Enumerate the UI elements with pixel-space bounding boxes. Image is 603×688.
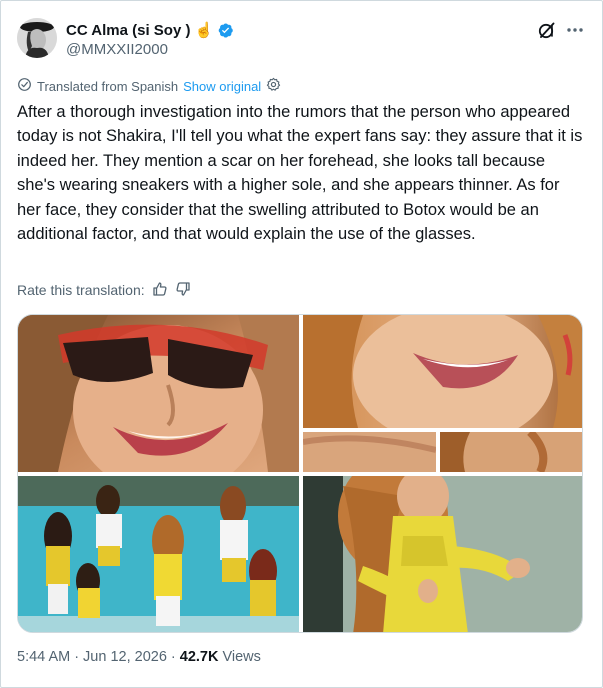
verified-badge-icon[interactable] [217,22,234,39]
author-name-row[interactable]: CC Alma (si Soy ) ☝️ [66,20,234,40]
show-original-link[interactable]: Show original [183,79,261,94]
meta-separator: · [170,649,176,665]
photo-sunglasses-closeup[interactable] [18,315,299,472]
more-icon[interactable] [565,20,585,40]
thumbs-up-icon[interactable] [152,281,168,300]
meta-separator: · [74,649,80,665]
settings-icon[interactable] [266,77,281,95]
tweet-time[interactable]: 5:44 AM [17,649,70,665]
translation-notice: Translated from Spanish Show original [17,77,281,95]
photo-smile-closeup[interactable] [303,315,582,428]
avatar[interactable] [17,18,57,58]
author-handle[interactable]: @MMXXII2000 [66,41,168,58]
rate-translation-label: Rate this translation: [17,282,145,298]
views-count: 42.7K [179,649,219,665]
photo-dancers-performance[interactable] [18,476,299,632]
tweet-text: After a thorough investigation into the … [17,103,583,244]
media-grid [17,314,583,633]
thumbs-down-icon[interactable] [175,281,191,300]
views-label: Views [222,649,261,665]
photo-yellow-outfit[interactable] [303,476,582,632]
tweet-meta: 5:44 AM · Jun 12, 2026 · 42.7K Views [17,649,261,665]
photo-forehead-detail-2[interactable] [440,432,582,472]
rate-translation-row: Rate this translation: [17,281,191,299]
translate-icon [17,77,32,95]
tweet-date[interactable]: Jun 12, 2026 [83,649,167,665]
photo-forehead-detail-1[interactable] [303,432,436,472]
translated-label: Translated from Spanish [37,78,179,94]
grok-icon[interactable] [537,20,557,40]
author-display-name[interactable]: CC Alma (si Soy ) ☝️ [66,21,213,39]
